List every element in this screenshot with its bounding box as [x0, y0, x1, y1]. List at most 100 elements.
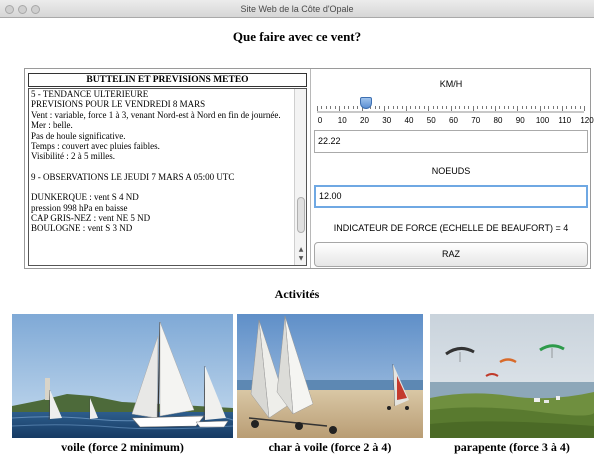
slider-tick [486, 106, 488, 109]
slider-tick [334, 106, 336, 109]
minimize-window-icon[interactable] [18, 5, 27, 14]
bulletin-line: Temps : couvert avec pluies faibles. [31, 141, 160, 152]
slider-tick [397, 106, 399, 109]
window-titlebar: Site Web de la Côte d'Opale [0, 0, 594, 18]
slider-scale-label: 30 [382, 116, 392, 125]
bulletin-header: BUTTELIN ET PREVISIONS METEO [28, 73, 307, 87]
slider-scale: 0 10 20 30 40 50 60 70 80 90 100 110 120 [317, 116, 594, 126]
sailboat-photo [12, 314, 233, 438]
slider-scale-label: 0 [317, 116, 323, 125]
slider-scale-label: 20 [360, 116, 369, 125]
bulletin-line: PREVISIONS POUR LE VENDREDI 8 MARS [31, 99, 206, 110]
slider-scale-label: 10 [337, 116, 347, 125]
slider-tick [566, 106, 568, 109]
slider-tick [584, 106, 585, 111]
slider-tick [521, 106, 523, 109]
slider-tick [379, 106, 381, 109]
slider-tick [392, 106, 394, 109]
slider-tick [548, 106, 550, 109]
slider-scale-label: 90 [515, 116, 525, 125]
bulletin-line: Pas de houle significative. [31, 130, 126, 141]
slider-tick [357, 106, 359, 109]
slider-tick [401, 106, 403, 109]
raz-button[interactable]: RAZ [314, 242, 588, 267]
bulletin-line: pression 998 hPa en baisse [31, 202, 128, 213]
bulletin-line: Mer : belle. [31, 120, 73, 131]
caption-char-a-voile: char à voile (force 2 à 4) [268, 440, 392, 454]
slider-tick [579, 106, 581, 109]
bulletin-line: Visibilité : 2 à 5 milles. [31, 151, 115, 162]
slider-tick [423, 106, 425, 109]
bulletin-line: 5 - TENDANCE ULTERIEURE [31, 89, 149, 99]
bulletin-textarea[interactable]: 5 - TENDANCE ULTERIEURE PREVISIONS POUR L… [28, 88, 307, 266]
slider-tick [468, 106, 470, 109]
close-window-icon[interactable] [5, 5, 14, 14]
slider-tick [388, 106, 390, 109]
slider-tick [446, 106, 448, 109]
kmh-slider-track[interactable] [317, 111, 584, 113]
scroll-down-icon[interactable]: ▼ [295, 254, 306, 264]
slider-tick [441, 106, 443, 109]
slider-tick [552, 106, 554, 109]
bulletin-line: BOULOGNE : vent S 3 ND [31, 223, 133, 234]
bulletin-line: DUNKERQUE : vent S 4 ND [31, 192, 139, 203]
bulletin-line: 9 - OBSERVATIONS LE JEUDI 7 MARS A 05:00… [31, 171, 235, 182]
slider-tick [535, 106, 537, 109]
slider-tick [414, 106, 416, 109]
noeuds-label: NOEUDS [431, 166, 471, 176]
slider-tick [530, 106, 532, 109]
slider-tick [463, 106, 465, 109]
slider-scale-label: 60 [449, 116, 458, 125]
slider-scale-label: 100 [535, 116, 550, 125]
bulletin-line: CAP GRIS-NEZ : vent NE 5 ND [31, 213, 151, 224]
slider-tick [410, 106, 412, 109]
caption-voile: voile (force 2 minimum) [61, 440, 184, 454]
activities-title: Activités [274, 287, 320, 301]
slider-tick [499, 106, 501, 109]
paraglider-photo [430, 314, 594, 438]
slider-tick [348, 106, 350, 109]
slider-tick [508, 106, 510, 109]
slider-tick [343, 106, 345, 109]
slider-tick [432, 106, 434, 109]
bulletin-text: 5 - TENDANCE ULTERIEURE PREVISIONS POUR L… [31, 89, 294, 234]
slider-scale-label: 80 [493, 116, 503, 125]
slider-tick [454, 106, 456, 109]
slider-tick [330, 106, 332, 109]
zoom-window-icon[interactable] [31, 5, 40, 14]
land-yacht-photo [237, 314, 423, 438]
noeuds-input[interactable]: 12.00 [314, 185, 588, 208]
slider-tick [437, 106, 439, 109]
slider-scale-label: 40 [404, 116, 414, 125]
slider-tick [490, 106, 492, 109]
slider-tick [557, 106, 559, 109]
slider-tick [459, 106, 461, 109]
bulletin-line [31, 162, 294, 172]
weather-panel: BUTTELIN ET PREVISIONS METEO 5 - TENDANC… [24, 68, 594, 269]
slider-tick [352, 106, 354, 109]
slider-tick [575, 106, 577, 109]
window-title: Site Web de la Côte d'Opale [240, 4, 354, 14]
kmh-input[interactable]: 22.22 [314, 130, 588, 153]
slider-scale-label: 70 [471, 116, 481, 125]
beaufort-indicator: INDICATEUR DE FORCE (ECHELLE DE BEAUFORT… [333, 223, 569, 233]
scrollbar-thumb[interactable] [297, 197, 305, 233]
slider-tick [481, 106, 483, 109]
caption-parapente: parapente (force 3 à 4) [454, 440, 570, 454]
slider-tick [512, 106, 514, 109]
bulletin-scrollbar[interactable]: ▲ ▼ [294, 89, 306, 265]
slider-tick [570, 106, 572, 109]
kmh-label: KM/H [439, 79, 463, 89]
slider-scale-label: 110 [558, 116, 572, 125]
bulletin-line [31, 182, 294, 192]
slider-tick [419, 106, 421, 109]
slider-tick [325, 106, 327, 109]
slider-tick [543, 106, 545, 109]
page-title: Que faire avec ce vent? [232, 29, 362, 44]
slider-scale-label: 50 [426, 116, 436, 125]
bulletin-line: Vent : variable, force 1 à 3, venant Nor… [31, 109, 281, 120]
slider-tick [374, 106, 376, 109]
slider-tick [477, 106, 479, 109]
slider-scale-label: 120 [580, 116, 594, 125]
slider-tick [526, 106, 528, 109]
